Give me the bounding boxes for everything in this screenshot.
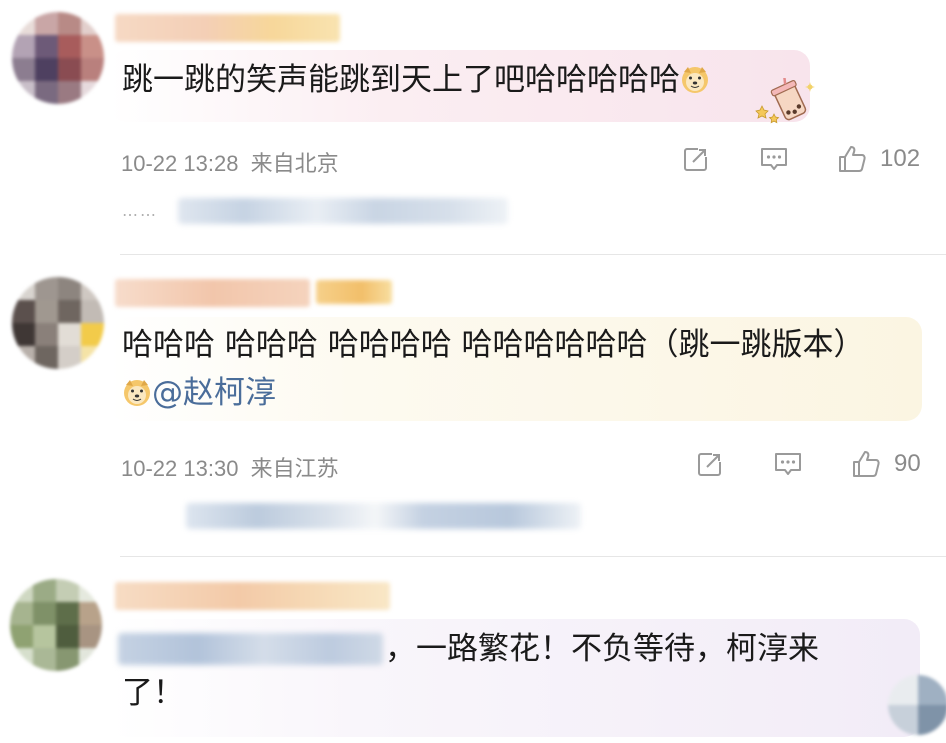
like-count: 90: [894, 450, 921, 477]
comment-date: 10-22 13:30: [121, 456, 239, 481]
share-button[interactable]: [690, 444, 730, 484]
share-icon: [684, 147, 708, 171]
comment-text: ，一路繁花！不负等待，柯淳来: [385, 625, 819, 673]
avatar-small[interactable]: [888, 675, 946, 735]
comment-text-line2: @赵柯淳: [122, 369, 865, 417]
comment-meta: 10-22 13:28 来自北京: [121, 146, 339, 178]
comment-icon: [775, 453, 801, 475]
bubble-tea-sticker-icon: [755, 78, 815, 124]
comment-text-body: 跳一跳的笑声能跳到天上了吧哈哈哈哈哈: [122, 62, 680, 98]
reply-preview[interactable]: [186, 503, 581, 529]
member-badge: [316, 280, 392, 304]
like-count: 102: [880, 145, 921, 172]
like-button[interactable]: [832, 139, 872, 179]
redacted-mention: [118, 633, 383, 665]
doge-emoji-icon: [682, 67, 708, 93]
comment-item-2: 哈哈哈 哈哈哈 哈哈哈哈 哈哈哈哈哈哈（跳一跳版本） @赵柯淳 10-22 13…: [0, 255, 946, 557]
like-icon: [853, 451, 880, 477]
comment-location: 来自江苏: [250, 456, 339, 481]
comment-date: 10-22 13:28: [121, 151, 239, 176]
comment-button[interactable]: [754, 139, 794, 179]
like-icon: [839, 146, 866, 172]
doge-emoji-icon: [124, 380, 150, 406]
avatar[interactable]: [12, 12, 104, 104]
like-button[interactable]: [846, 444, 886, 484]
comment-text: 哈哈哈 哈哈哈 哈哈哈哈 哈哈哈哈哈哈（跳一跳版本） @赵柯淳: [122, 321, 865, 417]
share-icon: [698, 452, 722, 476]
mention-link[interactable]: @赵柯淳: [152, 375, 276, 411]
comment-item-3: ，一路繁花！不负等待，柯淳来 了！: [0, 557, 946, 743]
comment-icon: [761, 148, 787, 170]
comment-text-line2: 了！: [122, 675, 184, 711]
avatar[interactable]: [10, 579, 102, 671]
reply-ellipsis: ……: [122, 201, 158, 220]
comment-button[interactable]: [768, 444, 808, 484]
username[interactable]: [115, 582, 390, 610]
avatar[interactable]: [12, 277, 104, 369]
comment-text-line1: ，一路繁花！不负等待，柯淳来: [385, 631, 819, 667]
comment-text: 跳一跳的笑声能跳到天上了吧哈哈哈哈哈: [122, 56, 710, 104]
username[interactable]: [115, 279, 310, 307]
share-button[interactable]: [676, 139, 716, 179]
comment-item-1: 跳一跳的笑声能跳到天上了吧哈哈哈哈哈 10-22 13:28 来自北京 102 …: [0, 0, 946, 255]
reply-preview[interactable]: [178, 198, 508, 224]
comment-text-line1: 哈哈哈 哈哈哈 哈哈哈哈 哈哈哈哈哈哈（跳一跳版本）: [122, 327, 865, 363]
comment-location: 来自北京: [250, 151, 339, 176]
comment-meta: 10-22 13:30 来自江苏: [121, 451, 339, 483]
username[interactable]: [115, 14, 340, 42]
